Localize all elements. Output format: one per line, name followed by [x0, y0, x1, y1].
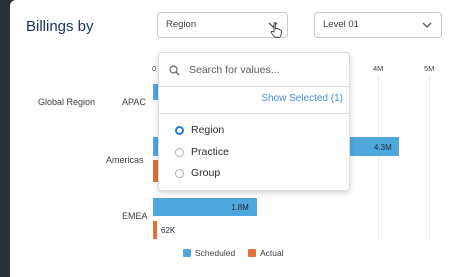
bar-value-label: 1.8M: [231, 203, 249, 212]
search-placeholder: Search for values...: [189, 64, 280, 76]
radio-selected-icon: [175, 125, 184, 135]
axis-tick-label: 4M: [373, 64, 384, 73]
search-input[interactable]: Search for values...: [169, 64, 279, 76]
gridline: [429, 75, 430, 240]
legend-label: Actual: [260, 248, 284, 258]
level-select-value: Level 01: [323, 19, 359, 30]
legend-label: Scheduled: [195, 248, 236, 258]
option-label: Practice: [191, 146, 229, 158]
group-by-select-value: Region: [166, 19, 197, 30]
option-label: Group: [191, 167, 221, 179]
divider: [159, 113, 349, 114]
axis-tick-label: 0: [152, 64, 157, 73]
divider: [159, 86, 349, 87]
option-label: Region: [191, 124, 225, 136]
bar-value-label: 4.3M: [374, 143, 392, 152]
row-group-label: Global Region: [38, 97, 96, 107]
category-label: EMEA: [122, 211, 148, 221]
hand-cursor-icon: [270, 22, 282, 43]
category-label: Americas: [106, 155, 144, 165]
values-dropdown: Search for values... Show Selected (1) R…: [158, 52, 350, 191]
gridline: [378, 75, 379, 240]
legend-swatch: [183, 249, 191, 257]
legend-item-scheduled[interactable]: Scheduled: [183, 248, 235, 258]
bar-emea-actual[interactable]: [153, 221, 157, 239]
option-region[interactable]: Region: [175, 124, 224, 136]
radio-icon: [175, 168, 184, 178]
option-practice[interactable]: Practice: [175, 146, 229, 158]
chart-title: Billings by: [26, 18, 94, 35]
axis-tick-label: 5M: [424, 64, 435, 73]
legend-swatch: [248, 249, 256, 257]
category-label: APAC: [122, 97, 146, 107]
legend-item-actual[interactable]: Actual: [248, 248, 284, 258]
option-group[interactable]: Group: [175, 167, 220, 179]
level-select[interactable]: Level 01: [314, 12, 442, 38]
group-by-select[interactable]: Region: [157, 12, 288, 38]
show-selected-link[interactable]: Show Selected (1): [261, 93, 343, 104]
radio-icon: [175, 147, 184, 157]
search-icon: [169, 64, 180, 76]
chevron-down-icon: [421, 13, 433, 37]
bar-value-label: 62K: [161, 226, 176, 235]
